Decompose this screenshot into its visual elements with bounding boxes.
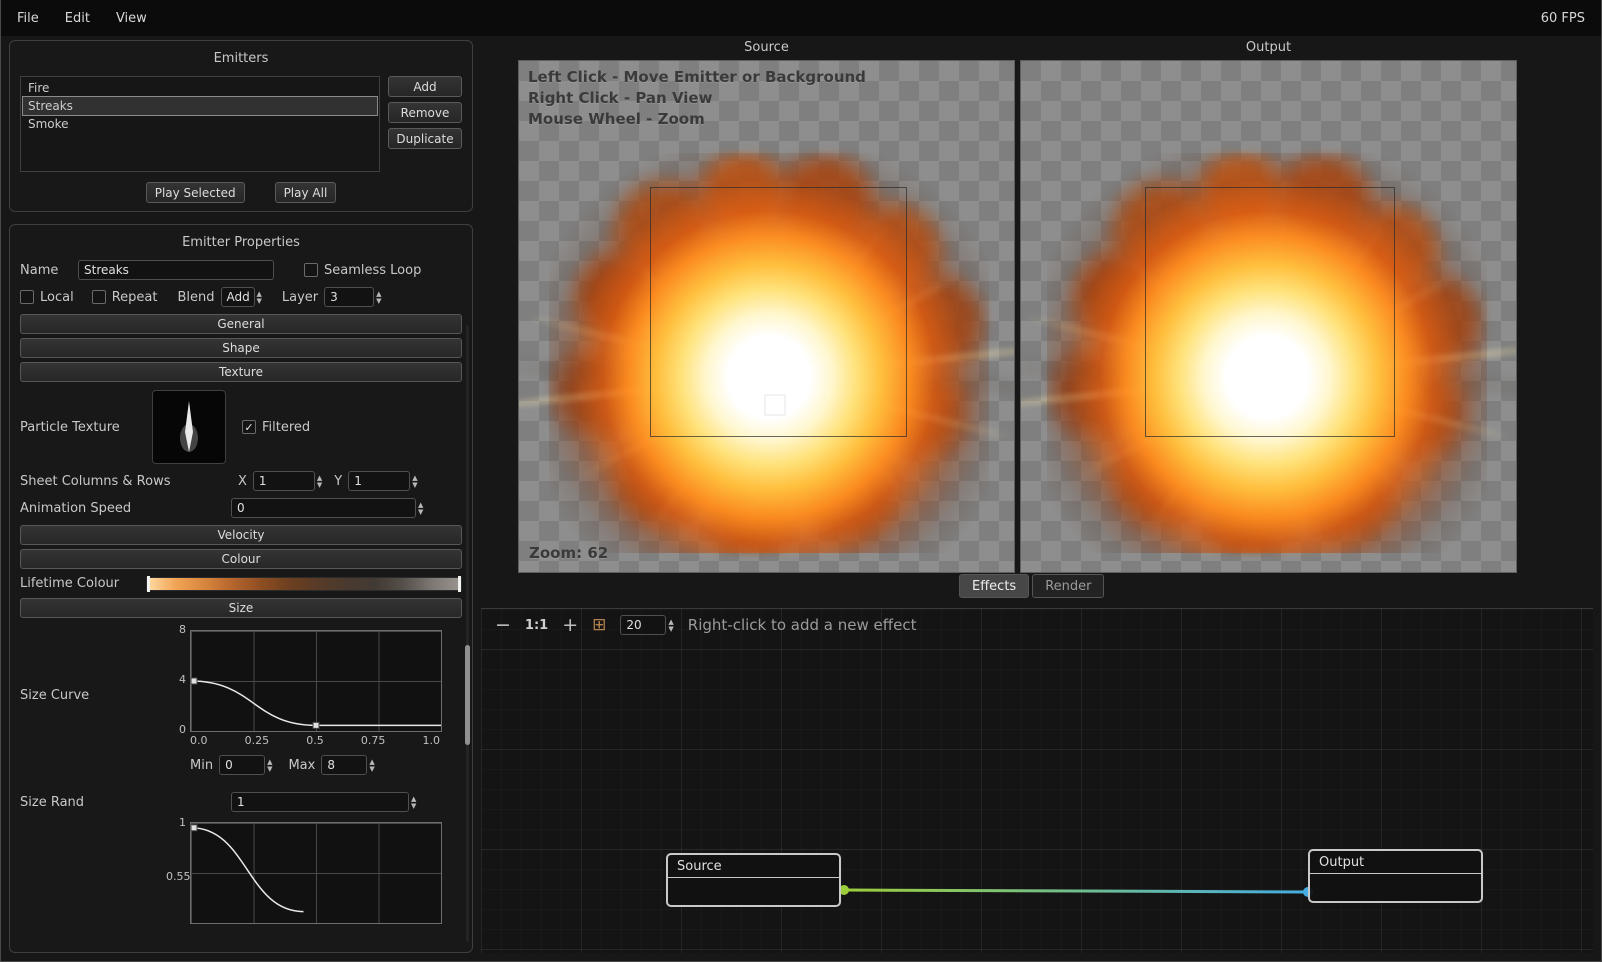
size-curve-ytick: 8 [166, 623, 186, 636]
name-input[interactable]: Streaks [78, 260, 274, 280]
play-all-button[interactable]: Play All [275, 182, 337, 203]
sheet-x-label: X [238, 474, 247, 489]
lifetime-colour-gradient[interactable] [146, 577, 462, 591]
emitters-title: Emitters [20, 51, 462, 66]
repeat-checkbox[interactable] [92, 290, 106, 304]
sheet-x-stepper[interactable]: 1 ▲▼ [253, 471, 322, 491]
size-rand-ytick: 0.55 [166, 870, 186, 883]
play-selected-button[interactable]: Play Selected [146, 182, 245, 203]
output-viewport[interactable] [1020, 60, 1517, 573]
add-emitter-button[interactable]: Add [388, 76, 462, 97]
source-viewport-title: Source [518, 40, 1015, 56]
emitter-list-item-smoke[interactable]: Smoke [23, 115, 377, 133]
size-min-stepper[interactable]: 0 ▲▼ [219, 755, 272, 775]
repeat-label: Repeat [112, 290, 158, 305]
zoom-indicator: Zoom: 62 [529, 544, 608, 562]
min-label: Min [190, 758, 213, 773]
seamless-loop-checkbox[interactable] [304, 263, 318, 277]
size-rand-stepper[interactable]: 1 ▲▼ [231, 792, 416, 812]
gradient-end-marker[interactable] [458, 576, 461, 592]
section-velocity-button[interactable]: Velocity [20, 525, 462, 545]
section-size-button[interactable]: Size [20, 598, 462, 618]
section-general-button[interactable]: General [20, 314, 462, 334]
size-curve-ytick: 0 [166, 723, 186, 736]
stepper-arrows-icon[interactable]: ▲▼ [376, 291, 381, 304]
emitter-properties-title: Emitter Properties [20, 235, 462, 250]
max-label: Max [288, 758, 315, 773]
particle-texture-label: Particle Texture [20, 420, 146, 435]
particle-streak-icon [169, 398, 209, 456]
source-viewport[interactable]: Left Click - Move Emitter or Background … [518, 60, 1015, 573]
stepper-arrows-icon[interactable]: ▲▼ [411, 796, 416, 809]
sheet-columns-rows-label: Sheet Columns & Rows [20, 474, 232, 489]
emitter-position-handle[interactable] [764, 394, 786, 416]
menu-bar: File Edit View 60 FPS [1, 0, 1601, 36]
view-tabs: Effects Render [959, 574, 1104, 598]
preview-area: Source Output Left Click - Move Emitter … [481, 40, 1593, 953]
stepper-arrows-icon[interactable]: ▲▼ [267, 759, 272, 772]
fps-counter: 60 FPS [1541, 11, 1585, 26]
properties-scrollbar-track[interactable] [466, 325, 469, 942]
gradient-start-marker[interactable] [147, 576, 150, 592]
sheet-y-stepper[interactable]: 1 ▲▼ [348, 471, 417, 491]
emitter-properties-panel: Emitter Properties Name Streaks Seamless… [9, 224, 473, 953]
size-max-stepper[interactable]: 8 ▲▼ [321, 755, 374, 775]
output-viewport-title: Output [1020, 40, 1517, 56]
particle-texture-thumbnail[interactable] [152, 390, 226, 464]
effect-node-editor[interactable]: − 1:1 + ⊞ 20 ▲▼ Right-click to add a new… [481, 608, 1593, 953]
application-window: File Edit View 60 FPS Emitters Fire Stre… [0, 0, 1602, 962]
stepper-arrows-icon[interactable]: ▲▼ [418, 502, 423, 515]
size-curve-ytick: 4 [166, 673, 186, 686]
viewport-help-overlay: Left Click - Move Emitter or Background … [528, 67, 866, 130]
tab-render[interactable]: Render [1032, 574, 1104, 598]
sheet-y-label: Y [334, 474, 342, 489]
stepper-arrows-icon[interactable]: ▲▼ [369, 759, 374, 772]
layer-label: Layer [282, 290, 318, 305]
name-label: Name [20, 263, 72, 278]
node-output[interactable]: Output [1308, 849, 1483, 903]
emitter-list-item-streaks[interactable]: Streaks [23, 97, 377, 115]
emitters-panel: Emitters Fire Streaks Smoke Add Remove D… [9, 40, 473, 212]
duplicate-emitter-button[interactable]: Duplicate [388, 128, 462, 149]
animation-speed-stepper[interactable]: 0 ▲▼ [231, 498, 423, 518]
filtered-checkbox[interactable] [242, 420, 256, 434]
lifetime-colour-label: Lifetime Colour [20, 576, 140, 591]
size-curve-label: Size Curve [20, 688, 170, 703]
stepper-arrows-icon[interactable]: ▲▼ [412, 475, 417, 488]
size-rand-label: Size Rand [20, 795, 225, 810]
size-rand-ytick: 1 [166, 816, 186, 829]
filtered-label: Filtered [262, 420, 310, 435]
menu-view[interactable]: View [116, 11, 147, 26]
size-curve-xticks: 0.0 0.25 0.5 0.75 1.0 [190, 734, 440, 747]
section-texture-button[interactable]: Texture [20, 362, 462, 382]
tab-effects[interactable]: Effects [959, 574, 1029, 598]
size-curve-graph[interactable] [190, 630, 442, 732]
stepper-arrows-icon[interactable]: ▲▼ [317, 475, 322, 488]
section-colour-button[interactable]: Colour [20, 549, 462, 569]
emitter-list-item-fire[interactable]: Fire [23, 79, 377, 97]
layer-stepper[interactable]: 3 ▲▼ [324, 287, 381, 307]
animation-speed-label: Animation Speed [20, 501, 225, 516]
stepper-arrows-icon[interactable]: ▲▼ [257, 291, 262, 304]
local-label: Local [40, 290, 74, 305]
node-source[interactable]: Source [666, 853, 841, 907]
seamless-loop-label: Seamless Loop [324, 263, 421, 278]
section-shape-button[interactable]: Shape [20, 338, 462, 358]
menu-file[interactable]: File [17, 11, 39, 26]
left-panel: Emitters Fire Streaks Smoke Add Remove D… [9, 40, 473, 953]
properties-scrollbar-thumb[interactable] [465, 645, 470, 745]
local-checkbox[interactable] [20, 290, 34, 304]
menu-edit[interactable]: Edit [65, 11, 90, 26]
size-rand-curve-graph[interactable] [190, 822, 442, 924]
blend-label: Blend [177, 290, 214, 305]
remove-emitter-button[interactable]: Remove [388, 102, 462, 123]
blend-select[interactable]: Add ▲▼ [221, 287, 262, 307]
emitter-bounds-rect [1145, 187, 1395, 437]
emitter-list[interactable]: Fire Streaks Smoke [20, 76, 380, 172]
